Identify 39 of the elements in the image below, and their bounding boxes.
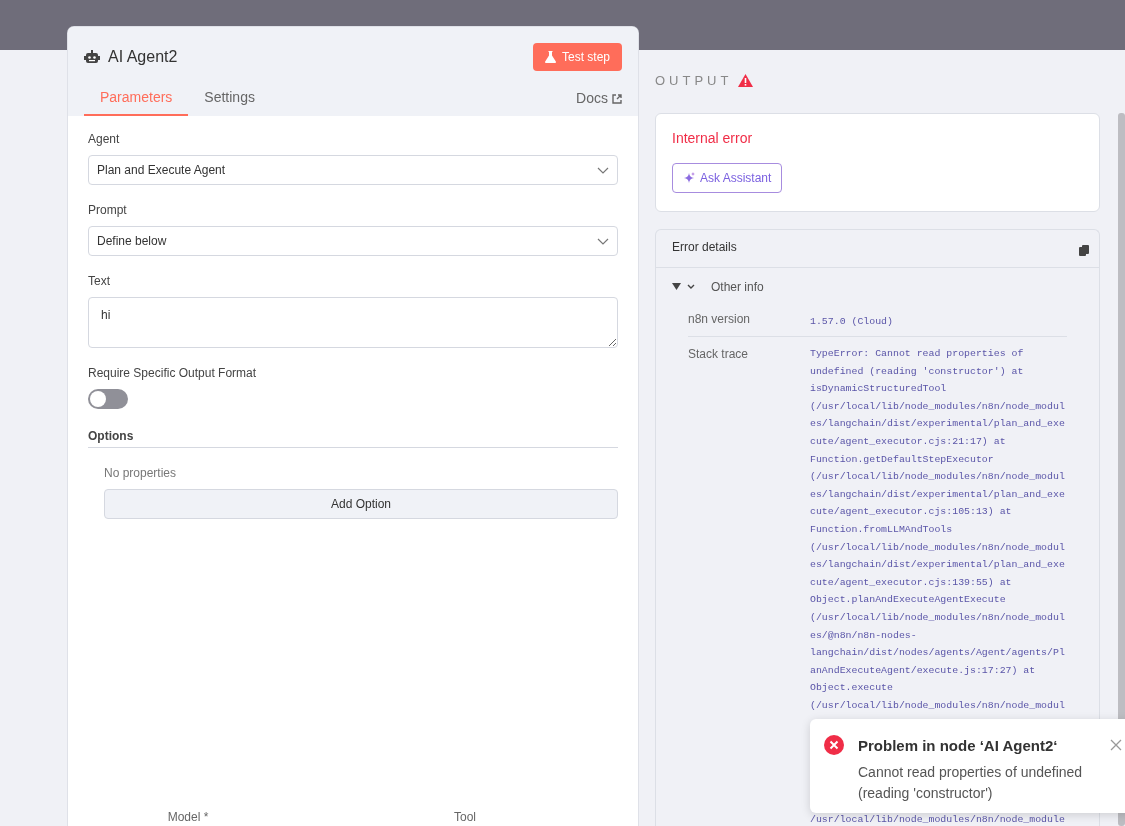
node-title: AI Agent2 <box>108 47 178 67</box>
select-field[interactable]: Define below <box>88 226 618 256</box>
empty-text: No properties <box>104 465 178 482</box>
details-heading: Error details <box>672 238 737 256</box>
flask-icon <box>544 51 556 63</box>
stack-trace-text: /usr/local/lib/node_modules/n8n/node_module <box>810 812 1065 826</box>
version-text: 1.57.0 (Cloud) <box>810 314 893 329</box>
robot-icon <box>84 50 100 64</box>
ask-assistant-button[interactable]: Ask Assistant <box>672 162 783 193</box>
select-field[interactable]: Plan and Execute Agent <box>88 155 618 185</box>
section-heading: OUTPUT <box>655 72 733 90</box>
copy-icon[interactable] <box>1079 244 1089 256</box>
error-title: Internal error <box>672 128 754 148</box>
disclosure-triangle-icon <box>672 283 681 290</box>
error-icon <box>824 735 844 755</box>
section-label[interactable]: Other info <box>711 277 764 296</box>
field-label: Require Specific Output Format <box>88 365 258 382</box>
toast-message: Cannot read properties of undefined (reading 'constructor') <box>858 762 1084 803</box>
section-heading: Options <box>88 427 618 448</box>
detail-label: n8n version <box>688 310 752 328</box>
toast-title: Problem in node ‘AI Agent2‘ <box>858 736 1059 756</box>
connector-label: Tool <box>454 810 476 824</box>
add-option-button[interactable]: Add Option <box>104 489 618 519</box>
tab[interactable]: Settings <box>188 83 271 116</box>
chevron-down-icon <box>597 237 609 245</box>
external-link-icon <box>612 93 622 104</box>
toggle-switch[interactable] <box>88 389 128 409</box>
detail-label: Stack trace <box>688 346 750 364</box>
chevron-down-icon <box>597 166 609 174</box>
field-label: Agent <box>88 131 121 148</box>
stack-trace-text: TypeError: Cannot read properties of undefined (reading 'constructor') at isDynamicStructuredTool (/usr/local/lib/node_modules/n8n/node_modul es/langchain/dist/experimental/plan_and_exe cute/agent_executor.cjs:21:17) at Function.getDefaultStepExecutor (/usr/local/lib/node_modules/n8n/node_modul es/langchain/dist/experimental/plan_and_exe cute/agent_executor.cjs:105:13) at Function.fromLLMAndTools (/usr/local/lib/node_modules/n8n/node_modul es/langchain/dist/experimental/plan_and_exe cute/agent_executor.cjs:139:55) at Object.planAndExecuteAgentExecute (/usr/local/lib/node_modules/n8n/node_modul es/@n8n/n8n-nodes- langchain/dist/nodes/agents/Agent/agents/Pl anAndExecuteAgent/execute.js:17:27) at Object.execute (/usr/local/lib/node_modules/n8n/node_modul <box>810 347 1065 713</box>
connector-label: Model * <box>167 810 209 824</box>
close-icon[interactable] <box>1110 739 1122 751</box>
docs-link[interactable]: Docs <box>576 88 622 116</box>
warning-icon <box>738 74 754 88</box>
field-label: Text <box>88 273 111 290</box>
field-label: Prompt <box>88 202 128 219</box>
text-field[interactable]: hi <box>88 297 618 348</box>
sparkle-icon <box>683 171 695 184</box>
